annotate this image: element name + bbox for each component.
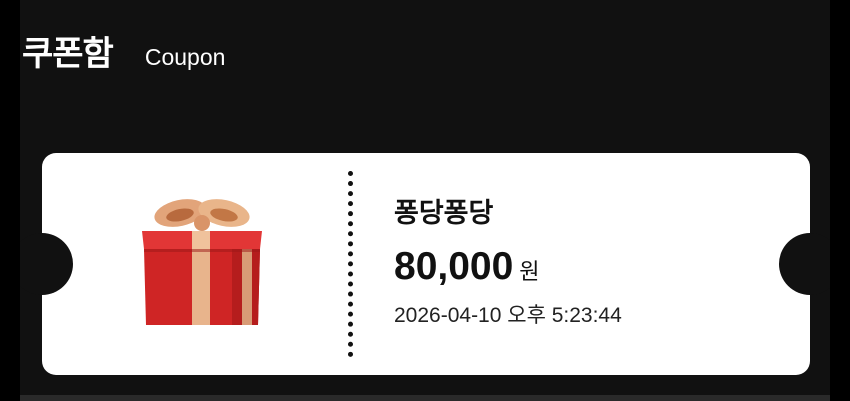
coupon-amount-row: 80,000 원 bbox=[394, 245, 622, 289]
coupon-name: 퐁당퐁당 bbox=[394, 198, 494, 229]
coupon-amount-unit: 원 bbox=[519, 260, 540, 285]
coupon-screen: 쿠폰함 Coupon 퐁당퐁당 80,000 원 2026-04-10 오후 5… bbox=[20, 0, 830, 401]
page-subtitle: Coupon bbox=[144, 44, 226, 70]
page-title: 쿠폰함 bbox=[22, 34, 114, 74]
coupon-notch-right bbox=[779, 233, 830, 295]
bottom-bar bbox=[20, 395, 830, 401]
coupon-info: 퐁당퐁당 80,000 원 2026-04-10 오후 5:23:44 bbox=[394, 191, 622, 329]
gift-icon bbox=[142, 199, 262, 325]
coupon-issued-at: 2026-04-10 오후 5:23:44 bbox=[394, 304, 622, 327]
coupon-notch-left bbox=[20, 233, 73, 295]
coupon-card[interactable]: 퐁당퐁당 80,000 원 2026-04-10 오후 5:23:44 bbox=[20, 153, 830, 375]
page-header: 쿠폰함 Coupon bbox=[22, 26, 225, 75]
coupon-amount: 80,000 bbox=[394, 245, 514, 288]
coupon-divider bbox=[348, 171, 353, 357]
